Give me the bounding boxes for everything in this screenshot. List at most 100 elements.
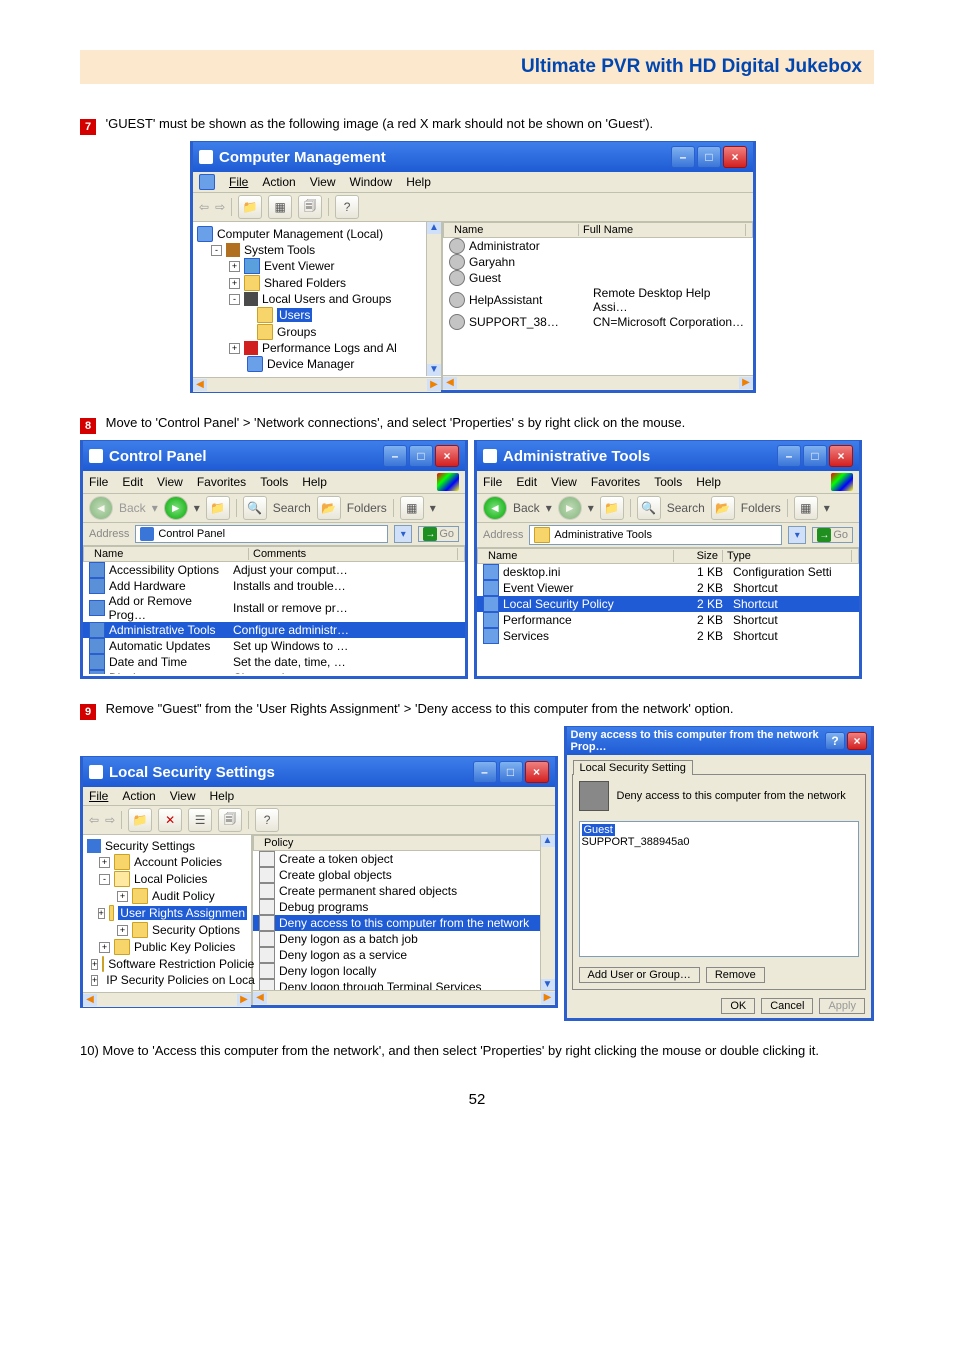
dlg-user-list[interactable]: GuestSUPPORT_388945a0	[579, 821, 860, 957]
views-icon[interactable]: ▦	[400, 496, 424, 520]
scroll-right-icon[interactable]: ▶	[739, 377, 753, 389]
address-dropdown-icon[interactable]: ▾	[394, 525, 412, 543]
delete-icon[interactable]: ✕	[158, 808, 182, 832]
up-folder-icon[interactable]: 📁	[206, 496, 230, 520]
back-icon[interactable]: ⇦	[89, 813, 99, 827]
menu-help[interactable]: Help	[406, 175, 431, 189]
maximize-button[interactable]: □	[803, 445, 827, 467]
refresh-icon[interactable]: 🗐	[298, 195, 322, 219]
address-field[interactable]: Administrative Tools	[529, 525, 782, 545]
policy-item[interactable]: Create permanent shared objects	[253, 883, 555, 899]
expand-icon[interactable]: -	[211, 245, 222, 256]
scroll-left-icon[interactable]: ◀	[253, 992, 267, 1004]
expand-icon[interactable]: -	[99, 874, 110, 885]
cm-titlebar[interactable]: Computer Management – □ ×	[193, 141, 753, 172]
scroll-right-icon[interactable]: ▶	[541, 992, 555, 1004]
policy-item[interactable]: Deny logon as a service	[253, 947, 555, 963]
go-button[interactable]: →Go	[812, 527, 853, 543]
lss-policy-list[interactable]: Create a token objectCreate global objec…	[253, 851, 555, 995]
forward-icon[interactable]: ►	[558, 496, 582, 520]
menu-view[interactable]: View	[170, 789, 196, 803]
tree-eventviewer[interactable]: Event Viewer	[264, 259, 334, 273]
scroll-left-icon[interactable]: ◀	[193, 379, 207, 391]
cp-list[interactable]: Accessibility OptionsAdjust your comput……	[83, 562, 465, 674]
up-icon[interactable]: 📁	[128, 808, 152, 832]
menu-view[interactable]: View	[157, 475, 183, 489]
user-row[interactable]: SUPPORT_38…CN=Microsoft Corporation…	[443, 314, 753, 330]
menu-action[interactable]: Action	[262, 175, 295, 189]
menu-file[interactable]: File	[483, 475, 502, 489]
at-item[interactable]: Services2 KBShortcut	[477, 628, 859, 644]
tree-ipsec[interactable]: IP Security Policies on Loca	[106, 973, 255, 987]
user-row[interactable]: Garyahn	[443, 254, 753, 270]
tree-account[interactable]: Account Policies	[134, 855, 222, 869]
expand-icon[interactable]: +	[117, 891, 128, 902]
cp-item[interactable]: Automatic UpdatesSet up Windows to …	[83, 638, 465, 654]
tree-security[interactable]: Security Settings	[105, 839, 195, 853]
help-button[interactable]: ?	[825, 732, 845, 750]
apply-button[interactable]: Apply	[819, 998, 865, 1014]
menu-help[interactable]: Help	[696, 475, 721, 489]
cp-item[interactable]: Accessibility OptionsAdjust your comput…	[83, 562, 465, 578]
menu-window[interactable]: Window	[350, 175, 393, 189]
expand-icon[interactable]: -	[229, 294, 240, 305]
maximize-button[interactable]: □	[409, 445, 433, 467]
folders-icon[interactable]: 📂	[711, 496, 735, 520]
maximize-button[interactable]: □	[697, 146, 721, 168]
cp-item[interactable]: Add HardwareInstalls and trouble…	[83, 578, 465, 594]
minimize-button[interactable]: –	[383, 445, 407, 467]
fwd-icon[interactable]: ⇨	[215, 200, 225, 214]
menu-view[interactable]: View	[310, 175, 336, 189]
menu-help[interactable]: Help	[302, 475, 327, 489]
add-user-button[interactable]: Add User or Group…	[579, 967, 700, 983]
tree-secopt[interactable]: Security Options	[152, 923, 240, 937]
col-name[interactable]: Name	[450, 224, 579, 236]
up-icon[interactable]: 📁	[238, 195, 262, 219]
back-icon[interactable]: ◄	[89, 496, 113, 520]
up-folder-icon[interactable]: 📁	[600, 496, 624, 520]
menu-favorites[interactable]: Favorites	[197, 475, 246, 489]
at-item[interactable]: desktop.ini1 KBConfiguration Setti	[477, 564, 859, 580]
at-titlebar[interactable]: Administrative Tools –□×	[477, 440, 859, 471]
col-policy[interactable]: Policy	[260, 837, 548, 849]
scroll-right-icon[interactable]: ▶	[237, 994, 251, 1006]
col-type[interactable]: Type	[723, 550, 852, 562]
minimize-button[interactable]: –	[671, 146, 695, 168]
dlg-entry[interactable]: SUPPORT_388945a0	[582, 836, 857, 848]
cp-titlebar[interactable]: Control Panel –□×	[83, 440, 465, 471]
back-icon[interactable]: ⇦	[199, 200, 209, 214]
menu-file[interactable]: File	[89, 475, 108, 489]
cm-tree[interactable]: Computer Management (Local) -System Tool…	[193, 222, 441, 377]
policy-item[interactable]: Deny logon as a batch job	[253, 931, 555, 947]
close-button[interactable]: ×	[847, 732, 867, 750]
cp-item[interactable]: DisplayChange the appear…	[83, 670, 465, 674]
minimize-button[interactable]: –	[473, 761, 497, 783]
address-dropdown-icon[interactable]: ▾	[788, 526, 806, 544]
user-row[interactable]: HelpAssistantRemote Desktop Help Assi…	[443, 286, 753, 314]
cm-userlist[interactable]: AdministratorGaryahnGuestHelpAssistantRe…	[443, 238, 753, 330]
tree-local[interactable]: Local Policies	[134, 872, 207, 886]
expand-icon[interactable]: +	[229, 278, 240, 289]
expand-icon[interactable]: +	[99, 857, 110, 868]
close-button[interactable]: ×	[435, 445, 459, 467]
scroll-left-icon[interactable]: ◀	[83, 994, 97, 1006]
user-row[interactable]: Guest	[443, 270, 753, 286]
lss-tree[interactable]: Security Settings + Account Policies - Loc…	[83, 835, 251, 992]
col-comments[interactable]: Comments	[249, 548, 458, 560]
tree-ura[interactable]: User Rights Assignmen	[118, 906, 247, 920]
cp-item[interactable]: Date and TimeSet the date, time, …	[83, 654, 465, 670]
policy-item[interactable]: Debug programs	[253, 899, 555, 915]
menu-tools[interactable]: Tools	[260, 475, 288, 489]
ok-button[interactable]: OK	[721, 998, 755, 1014]
expand-icon[interactable]: +	[229, 343, 240, 354]
expand-icon[interactable]: +	[99, 942, 110, 953]
close-button[interactable]: ×	[525, 761, 549, 783]
tab-local-security[interactable]: Local Security Setting	[573, 760, 693, 775]
tree-perf[interactable]: Performance Logs and Al	[262, 341, 397, 355]
tree-pkp[interactable]: Public Key Policies	[134, 940, 235, 954]
folders-icon[interactable]: 📂	[317, 496, 341, 520]
tree-groups[interactable]: Groups	[277, 325, 316, 339]
fwd-icon[interactable]: ⇨	[105, 813, 115, 827]
menu-edit[interactable]: Edit	[516, 475, 537, 489]
scroll-down-icon[interactable]: ▼	[427, 364, 441, 376]
